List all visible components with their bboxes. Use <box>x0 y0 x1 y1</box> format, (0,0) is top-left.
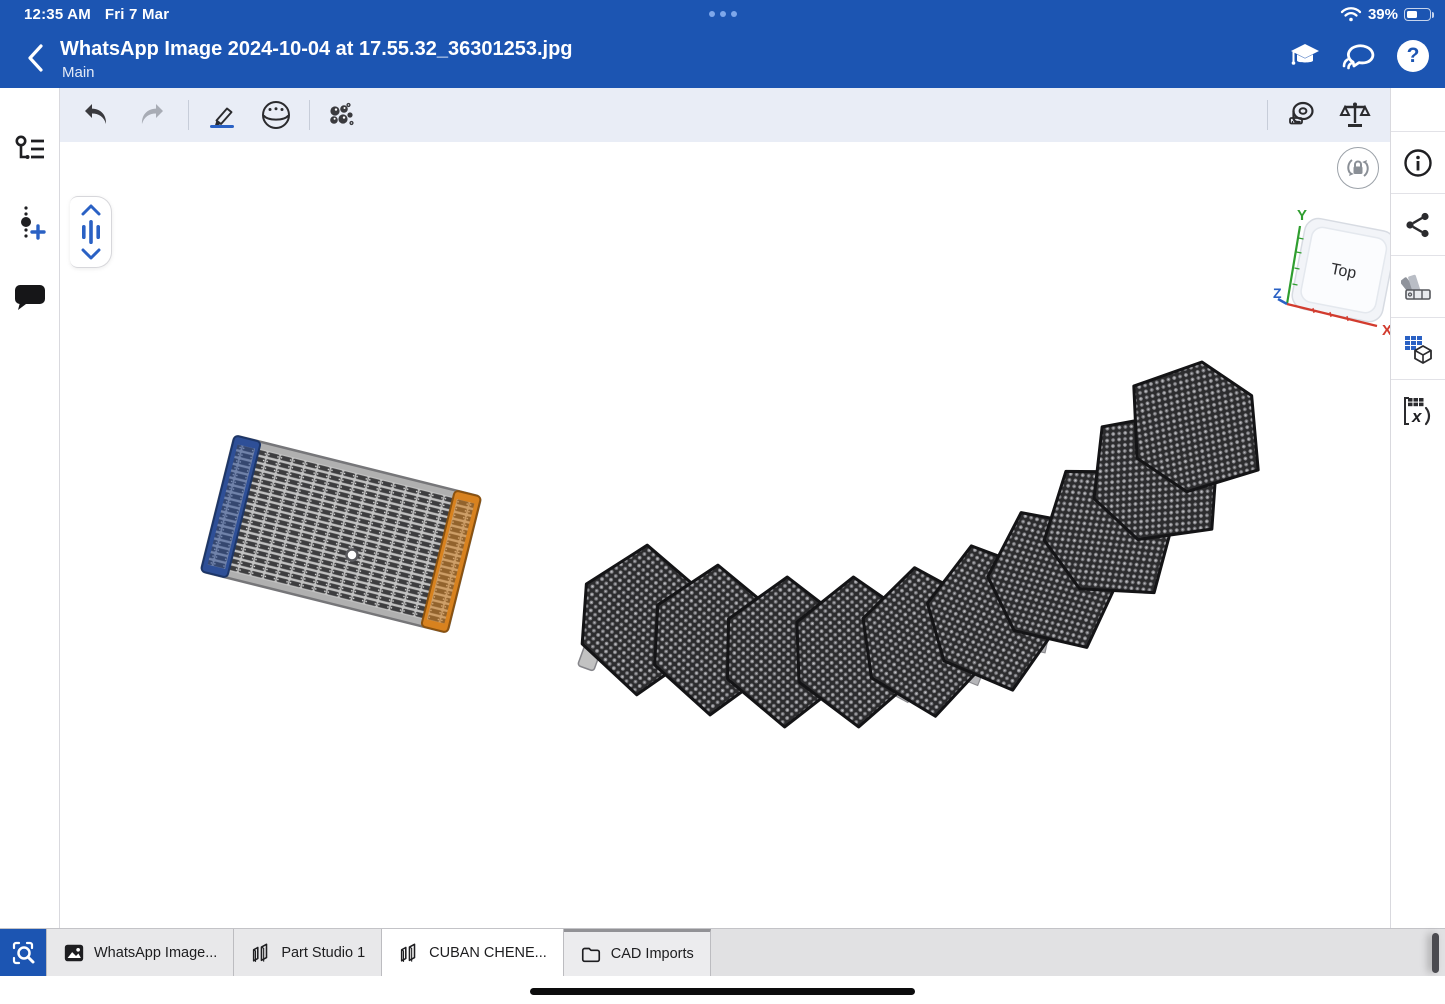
undo-icon[interactable] <box>78 96 116 134</box>
help-question-glyph: ? <box>1397 40 1429 72</box>
sphere-tool-icon[interactable] <box>257 96 295 134</box>
workspace-name[interactable]: Main <box>62 64 95 81</box>
rotation-lock-button[interactable] <box>1337 147 1379 189</box>
tab-cuban-chene[interactable]: CUBAN CHENE... <box>382 929 564 976</box>
mass-properties-icon[interactable] <box>1336 96 1374 134</box>
tab-search-button[interactable] <box>0 929 46 976</box>
toolbar-divider <box>1267 100 1268 130</box>
z-axis-label: Z <box>1273 285 1282 301</box>
live-help-icon[interactable] <box>1339 36 1379 76</box>
left-sidebar <box>0 88 60 928</box>
redo-icon[interactable] <box>132 96 170 134</box>
right-rail-spacer <box>1391 88 1445 131</box>
document-tab-bar: WhatsApp Image... Part Studio 1 CUBAN CH… <box>0 928 1445 976</box>
home-indicator[interactable] <box>530 988 915 995</box>
part-studio-icon <box>250 942 272 964</box>
battery-icon <box>1404 8 1431 21</box>
model-viewport <box>60 142 1390 928</box>
origin-marker <box>347 550 358 561</box>
appearance-swatches-icon[interactable] <box>1391 255 1445 317</box>
toolbar-divider <box>188 100 189 130</box>
tab-label: Part Studio 1 <box>281 945 365 961</box>
document-title: WhatsApp Image 2024-10-04 at 17.55.32_36… <box>60 38 573 61</box>
tab-cad-imports[interactable]: CAD Imports <box>564 929 711 976</box>
part-studio-icon <box>398 942 420 964</box>
feature-list-icon[interactable] <box>10 130 50 170</box>
sketch-pencil-icon[interactable] <box>203 96 241 134</box>
search-tabs-icon <box>9 939 37 967</box>
tab-label: CAD Imports <box>611 946 694 962</box>
graphics-canvas[interactable]: Top Y X Z <box>60 142 1390 928</box>
app-header: 12:35 AM Fri 7 Mar 39% WhatsApp Image 202… <box>0 0 1445 88</box>
wifi-icon <box>1340 5 1362 23</box>
x-axis-label: X <box>1382 322 1390 339</box>
status-bar: 12:35 AM Fri 7 Mar 39% <box>0 0 1445 28</box>
status-time-date: 12:35 AM Fri 7 Mar <box>24 6 169 23</box>
variables-icon[interactable]: x <box>1391 379 1445 441</box>
feature-toolbar <box>60 88 1390 142</box>
rollback-bar-control[interactable] <box>70 196 112 268</box>
date-text: Fri 7 Mar <box>105 6 169 23</box>
comment-icon[interactable] <box>10 278 50 318</box>
appearance-beads-icon[interactable] <box>320 96 358 134</box>
cad-model-mesh-plate[interactable] <box>201 435 481 632</box>
cad-model-cuban-chain[interactable] <box>578 338 1291 729</box>
tab-label: WhatsApp Image... <box>94 945 217 961</box>
rotation-lock-icon <box>1343 153 1373 183</box>
svg-text:x: x <box>1411 407 1423 426</box>
learning-cap-icon[interactable] <box>1285 36 1325 76</box>
toolbar-divider <box>309 100 310 130</box>
rollback-up-icon[interactable] <box>80 203 102 217</box>
tab-scrollbar[interactable] <box>1432 933 1439 973</box>
title-bar: WhatsApp Image 2024-10-04 at 17.55.32_36… <box>0 28 1445 88</box>
help-icon[interactable]: ? <box>1393 36 1433 76</box>
configurations-icon[interactable] <box>1391 317 1445 379</box>
rollback-down-icon[interactable] <box>80 247 102 261</box>
share-icon[interactable] <box>1391 193 1445 255</box>
battery-percent-text: 39% <box>1368 6 1398 23</box>
y-axis-label: Y <box>1297 207 1307 224</box>
rollback-handle-icon[interactable] <box>79 219 103 245</box>
multitask-dots-icon[interactable] <box>709 11 737 17</box>
tab-whatsapp-image[interactable]: WhatsApp Image... <box>46 929 234 976</box>
measure-tape-icon[interactable] <box>1282 96 1320 134</box>
view-cube[interactable]: Top Y X Z <box>1265 204 1390 339</box>
info-icon[interactable] <box>1391 131 1445 193</box>
back-button[interactable] <box>18 38 52 78</box>
tab-part-studio-1[interactable]: Part Studio 1 <box>234 929 382 976</box>
bottom-strip <box>0 976 1445 1004</box>
tab-label: CUBAN CHENE... <box>429 945 547 961</box>
clock-text: 12:35 AM <box>24 6 91 23</box>
add-feature-icon[interactable] <box>10 204 50 244</box>
image-thumbnail-icon <box>63 942 85 964</box>
right-sidebar: x <box>1390 88 1445 928</box>
onshape-app: 12:35 AM Fri 7 Mar 39% WhatsApp Image 202… <box>0 0 1445 1004</box>
folder-icon <box>580 943 602 965</box>
